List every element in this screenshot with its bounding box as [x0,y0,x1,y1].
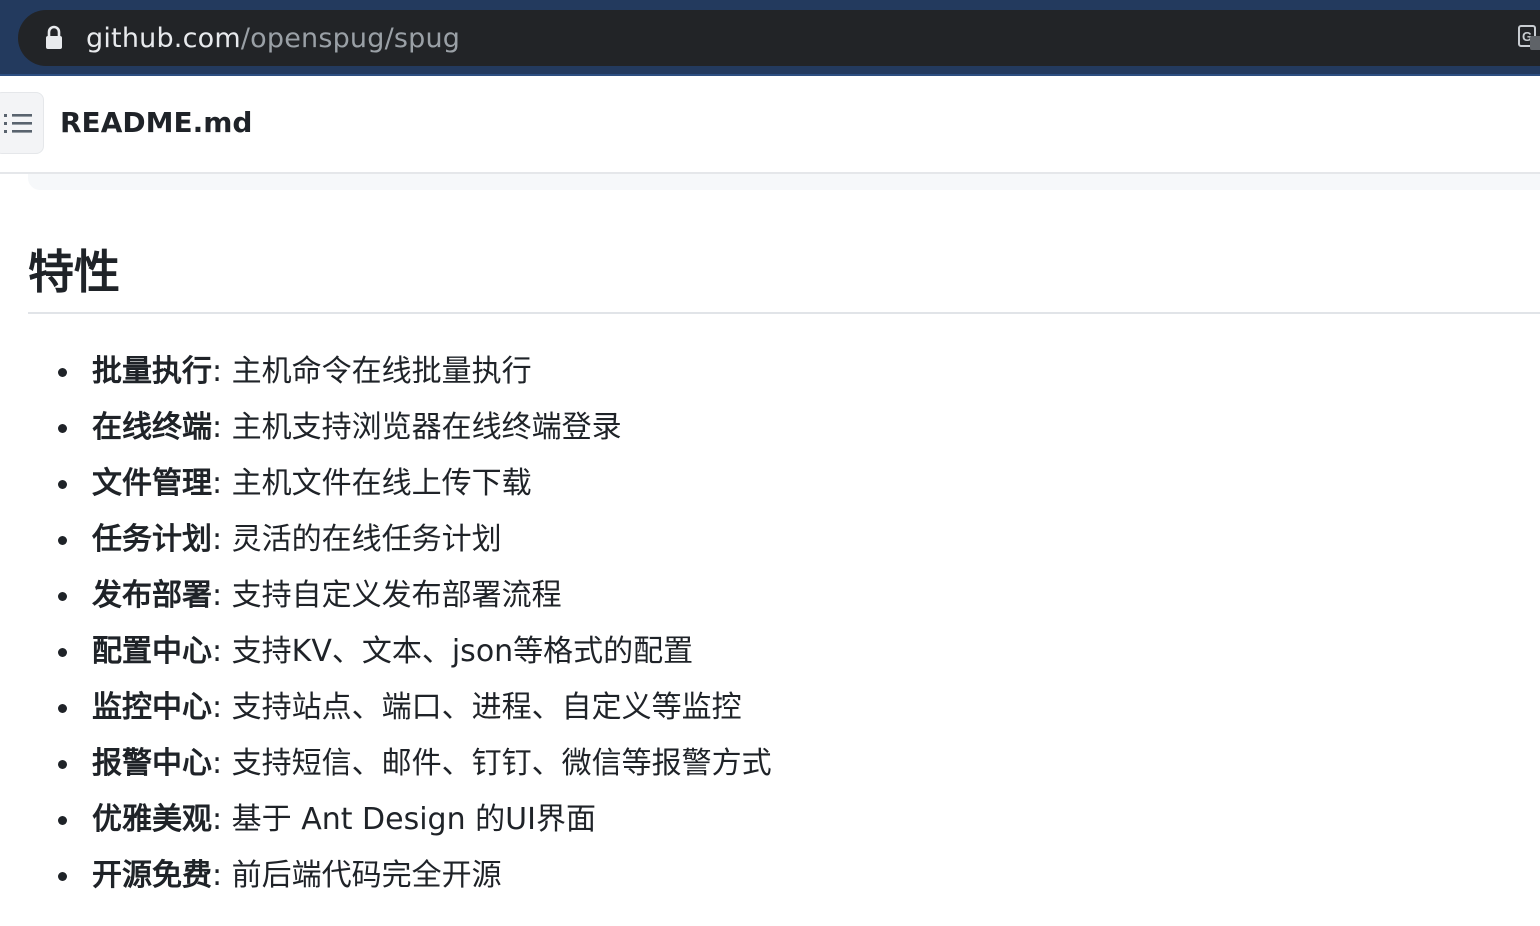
url-host: github.com [86,22,241,54]
list-item: 批量执行: 主机命令在线批量执行 [0,344,772,400]
bullet-icon [58,648,67,657]
feature-separator: : [212,802,232,837]
list-icon [4,114,32,133]
feature-separator: : [212,746,232,781]
list-item: 发布部署: 支持自定义发布部署流程 [0,568,772,624]
feature-description: 支持自定义发布部署流程 [231,578,562,613]
readme-filename[interactable]: README.md [60,106,252,139]
feature-name: 任务计划 [92,522,212,557]
bullet-icon [58,480,67,489]
browser-toolbar: github.com/openspug/spug G [0,0,1540,76]
feature-description: 主机文件在线上传下载 [231,466,532,501]
readme-header: README.md [0,76,1540,174]
list-item: 文件管理: 主机文件在线上传下载 [0,456,772,512]
list-item: 任务计划: 灵活的在线任务计划 [0,512,772,568]
feature-separator: : [212,634,232,669]
feature-separator: : [212,410,232,445]
bullet-icon [58,368,67,377]
url-path: /openspug/spug [240,22,461,54]
bullet-icon [58,424,67,433]
feature-list: 批量执行: 主机命令在线批量执行 在线终端: 主机支持浏览器在线终端登录 文件管理:… [0,344,772,904]
list-item: 监控中心: 支持站点、端口、进程、自定义等监控 [0,680,772,736]
feature-name: 报警中心 [92,746,212,781]
address-bar[interactable]: github.com/openspug/spug [18,10,1540,66]
bullet-icon [58,816,67,825]
feature-description: 支持站点、端口、进程、自定义等监控 [231,690,742,725]
heading-divider [28,312,1540,314]
feature-description: 支持短信、邮件、钉钉、微信等报警方式 [231,746,772,781]
feature-separator: : [212,354,232,389]
feature-separator: : [212,858,232,893]
feature-name: 监控中心 [92,690,212,725]
feature-name: 配置中心 [92,634,212,669]
bullet-icon [58,536,67,545]
feature-description: 主机命令在线批量执行 [231,354,532,389]
section-heading: 特性 [28,245,120,299]
feature-separator: : [212,466,232,501]
bullet-icon [58,760,67,769]
content-top-strip [28,174,1540,190]
url-text[interactable]: github.com/openspug/spug [86,23,460,54]
list-item: 报警中心: 支持短信、邮件、钉钉、微信等报警方式 [0,736,772,792]
list-item: 配置中心: 支持KV、文本、json等格式的配置 [0,624,772,680]
feature-name: 开源免费 [92,858,212,893]
translate-icon[interactable]: G [1518,24,1540,52]
feature-separator: : [212,690,232,725]
outline-toggle-button[interactable] [0,92,44,154]
feature-description: 基于 Ant Design 的UI界面 [231,802,596,837]
feature-separator: : [212,578,232,613]
bullet-icon [58,704,67,713]
list-item: 在线终端: 主机支持浏览器在线终端登录 [0,400,772,456]
lock-icon[interactable] [44,25,64,51]
list-item: 优雅美观: 基于 Ant Design 的UI界面 [0,792,772,848]
list-item: 开源免费: 前后端代码完全开源 [0,848,772,904]
feature-name: 优雅美观 [92,802,212,837]
feature-name: 在线终端 [92,410,212,445]
bullet-icon [58,872,67,881]
feature-separator: : [212,522,232,557]
feature-description: 灵活的在线任务计划 [231,522,502,557]
bullet-icon [58,592,67,601]
feature-description: 支持KV、文本、json等格式的配置 [231,634,694,669]
feature-description: 主机支持浏览器在线终端登录 [231,410,622,445]
feature-name: 批量执行 [92,354,212,389]
feature-name: 发布部署 [92,578,212,613]
feature-name: 文件管理 [92,466,212,501]
feature-description: 前后端代码完全开源 [231,858,502,893]
